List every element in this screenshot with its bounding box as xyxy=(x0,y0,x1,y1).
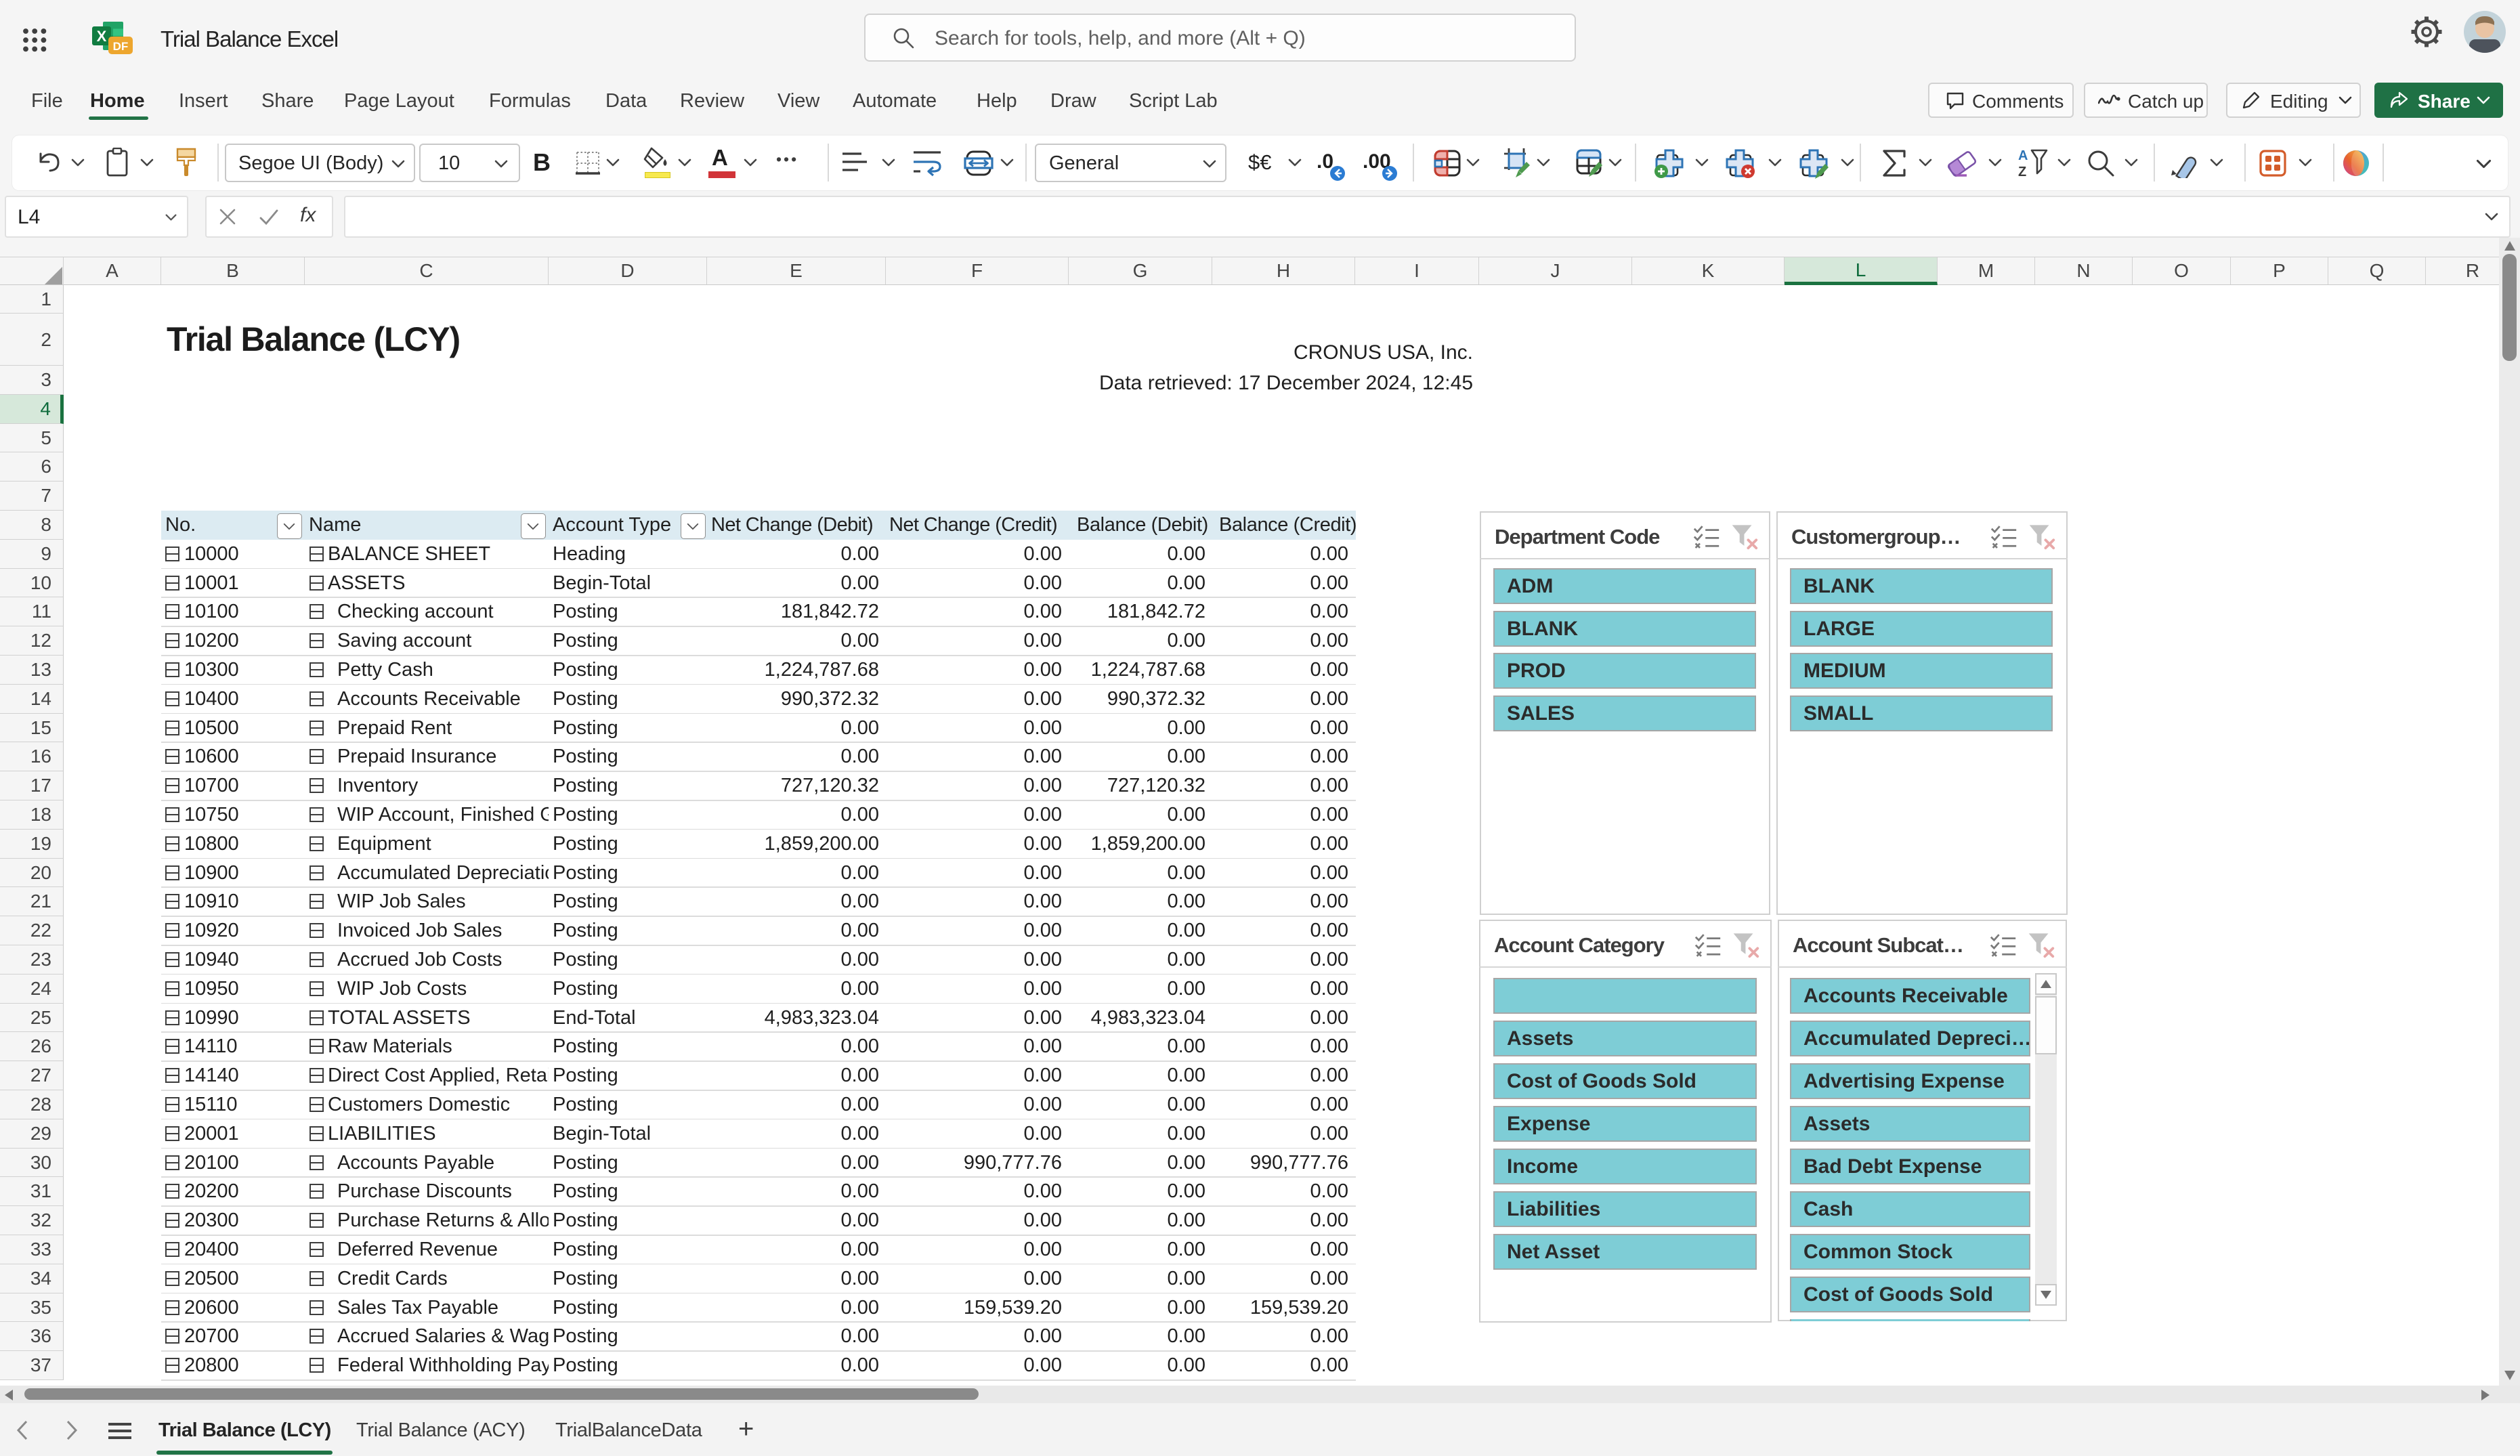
svg-text:X: X xyxy=(97,28,107,45)
svg-text:A: A xyxy=(2018,148,2028,163)
svg-text:Z: Z xyxy=(2018,165,2026,179)
svg-text:DF: DF xyxy=(113,40,129,53)
